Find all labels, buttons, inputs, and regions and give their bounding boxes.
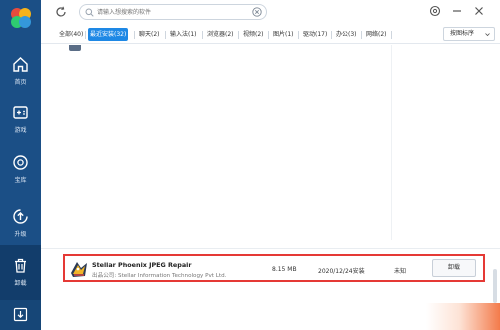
sidebar-item-label: 首页 bbox=[14, 79, 27, 86]
sidebar-item-label: 游戏 bbox=[14, 127, 27, 134]
app-size: 8.15 MB bbox=[272, 266, 297, 273]
scrollbar[interactable] bbox=[493, 269, 497, 303]
tab-browser[interactable]: 浏览器(2) bbox=[205, 28, 236, 41]
sidebar-item-label: 宝库 bbox=[14, 177, 27, 184]
sidebar-item-label: 卸载 bbox=[14, 280, 27, 287]
tab-divider bbox=[238, 31, 239, 39]
download-icon bbox=[13, 307, 28, 322]
upgrade-icon bbox=[13, 209, 28, 224]
tab-input-method[interactable]: 输入法(1) bbox=[168, 28, 199, 41]
category-tabs: 全部(40) 最近安装(32) 聊天(2) 输入法(1) 浏览器(2) 视频(2… bbox=[41, 24, 500, 44]
uninstall-button[interactable]: 卸载 bbox=[432, 259, 476, 277]
tab-drivers[interactable]: 驱动(17) bbox=[301, 28, 329, 41]
tab-video[interactable]: 视频(2) bbox=[241, 28, 266, 41]
app-icon bbox=[69, 45, 81, 51]
tab-chat[interactable]: 聊天(2) bbox=[137, 28, 162, 41]
tab-divider bbox=[298, 31, 299, 39]
tab-divider bbox=[331, 31, 332, 39]
app-publisher: 出品公司: Stellar Information Technology Pvt… bbox=[92, 273, 227, 279]
app-icon bbox=[71, 262, 87, 277]
app-list: Stellar Phoenix JPEG Repair 出品公司: Stella… bbox=[41, 45, 500, 330]
app-install-date: 2020/12/24安装 bbox=[318, 268, 365, 275]
tab-recent-installs[interactable]: 最近安装(32) bbox=[88, 28, 129, 41]
search-box bbox=[79, 4, 267, 20]
column-divider bbox=[391, 45, 392, 240]
app-usage-frequency: 未知 bbox=[394, 268, 407, 275]
chevron-down-icon bbox=[485, 33, 490, 37]
list-divider bbox=[41, 248, 500, 249]
tab-divider bbox=[165, 31, 166, 39]
sort-label: 按图标序 bbox=[450, 30, 475, 37]
app-name: Stellar Phoenix JPEG Repair bbox=[92, 261, 192, 269]
search-icon bbox=[85, 8, 94, 17]
tab-divider bbox=[134, 31, 135, 39]
clear-icon[interactable] bbox=[252, 7, 262, 17]
app-logo-icon bbox=[11, 8, 31, 28]
list-item[interactable]: Stellar Phoenix JPEG Repair 出品公司: Stella… bbox=[63, 254, 485, 282]
tab-network[interactable]: 网络(2) bbox=[364, 28, 389, 41]
sidebar-item-uninstall[interactable]: 卸载 bbox=[0, 245, 41, 303]
refresh-icon[interactable] bbox=[55, 6, 67, 18]
sidebar-download-button[interactable] bbox=[0, 300, 41, 330]
decorative-gradient bbox=[426, 303, 500, 330]
home-icon bbox=[13, 57, 28, 72]
tab-divider bbox=[391, 31, 392, 39]
treasure-icon bbox=[13, 155, 28, 170]
sidebar-item-treasure[interactable]: 宝库 bbox=[0, 142, 41, 200]
sidebar: 首页 游戏 宝库 升级 卸载 bbox=[0, 0, 41, 330]
software-manager-window: 首页 游戏 宝库 升级 卸载 请输入想搜索的软件 全部(40) 最近安装(32)… bbox=[0, 0, 500, 330]
gamepad-icon bbox=[13, 106, 28, 119]
tab-divider bbox=[361, 31, 362, 39]
minimize-icon[interactable] bbox=[451, 5, 463, 17]
search-input[interactable] bbox=[97, 6, 247, 18]
sidebar-item-label: 升级 bbox=[14, 231, 27, 238]
tab-office[interactable]: 办公(3) bbox=[334, 28, 359, 41]
sort-dropdown[interactable]: 按图标序 bbox=[443, 27, 495, 41]
tab-all[interactable]: 全部(40) bbox=[57, 28, 85, 41]
tab-divider bbox=[268, 31, 269, 39]
tab-divider bbox=[202, 31, 203, 39]
settings-icon[interactable] bbox=[429, 5, 441, 17]
tab-images[interactable]: 图片(1) bbox=[271, 28, 296, 41]
title-bar bbox=[41, 0, 500, 24]
close-icon[interactable] bbox=[473, 5, 485, 17]
tab-divider bbox=[85, 31, 86, 39]
trash-icon bbox=[15, 258, 26, 273]
